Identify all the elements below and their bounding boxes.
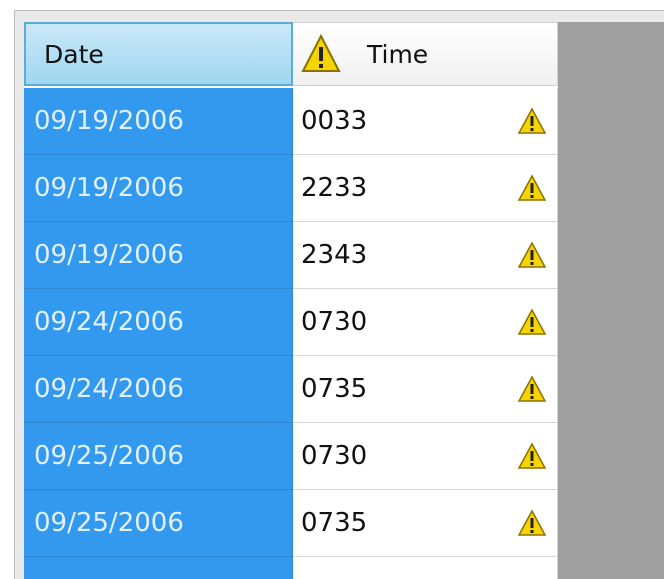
warning-icon (517, 241, 547, 268)
time-cell[interactable]: 0735 (293, 490, 558, 557)
table-row[interactable]: 09/24/2006 0735 (24, 356, 558, 423)
warning-icon (517, 174, 547, 201)
time-cell[interactable]: 2343 (293, 222, 558, 289)
time-value: 2233 (301, 173, 368, 203)
time-value: 0033 (301, 106, 368, 136)
date-cell[interactable] (24, 557, 293, 579)
date-cell[interactable]: 09/19/2006 (24, 155, 293, 222)
column-header-date-label: Date (44, 39, 104, 69)
time-value: 0735 (301, 374, 368, 404)
time-value: 2343 (301, 240, 368, 270)
time-value: 0730 (301, 441, 368, 471)
time-cell[interactable]: 0730 (293, 423, 558, 490)
date-cell[interactable]: 09/19/2006 (24, 88, 293, 155)
table-row[interactable]: 09/19/2006 0033 (24, 88, 558, 155)
date-cell[interactable]: 09/24/2006 (24, 356, 293, 423)
table-row[interactable]: 09/19/2006 2233 (24, 155, 558, 222)
date-cell[interactable]: 09/25/2006 (24, 423, 293, 490)
grid-rows: 09/19/2006 0033 09/19/2006 2233 09/19/20… (24, 88, 558, 579)
column-header-time-label: Time (367, 39, 429, 69)
time-cell[interactable]: 2233 (293, 155, 558, 222)
table-row[interactable]: 09/25/2006 0730 (24, 423, 558, 490)
column-header-time[interactable]: Time (293, 22, 558, 86)
warning-icon (517, 442, 547, 469)
table-row[interactable]: 09/19/2006 2343 (24, 222, 558, 289)
grid-empty-area (558, 22, 664, 579)
time-value: 0730 (301, 307, 368, 337)
warning-icon (301, 34, 341, 72)
time-value: 0735 (301, 508, 368, 538)
grid-header: Date Time (24, 22, 558, 86)
date-cell[interactable]: 09/25/2006 (24, 490, 293, 557)
table-row[interactable]: 09/24/2006 0730 (24, 289, 558, 356)
time-cell[interactable] (293, 557, 558, 579)
warning-icon (517, 107, 547, 134)
table-row[interactable]: 09/25/2006 0735 (24, 490, 558, 557)
table-row-partial[interactable] (24, 557, 558, 579)
warning-icon (517, 375, 547, 402)
date-cell[interactable]: 09/24/2006 (24, 289, 293, 356)
warning-icon (517, 308, 547, 335)
time-cell[interactable]: 0730 (293, 289, 558, 356)
date-cell[interactable]: 09/19/2006 (24, 222, 293, 289)
warning-icon (517, 509, 547, 536)
time-cell[interactable]: 0033 (293, 88, 558, 155)
time-cell[interactable]: 0735 (293, 356, 558, 423)
column-header-date[interactable]: Date (24, 22, 293, 86)
data-grid[interactable]: Date Time 09/19/2006 0033 09/19/2006 223… (24, 22, 558, 579)
